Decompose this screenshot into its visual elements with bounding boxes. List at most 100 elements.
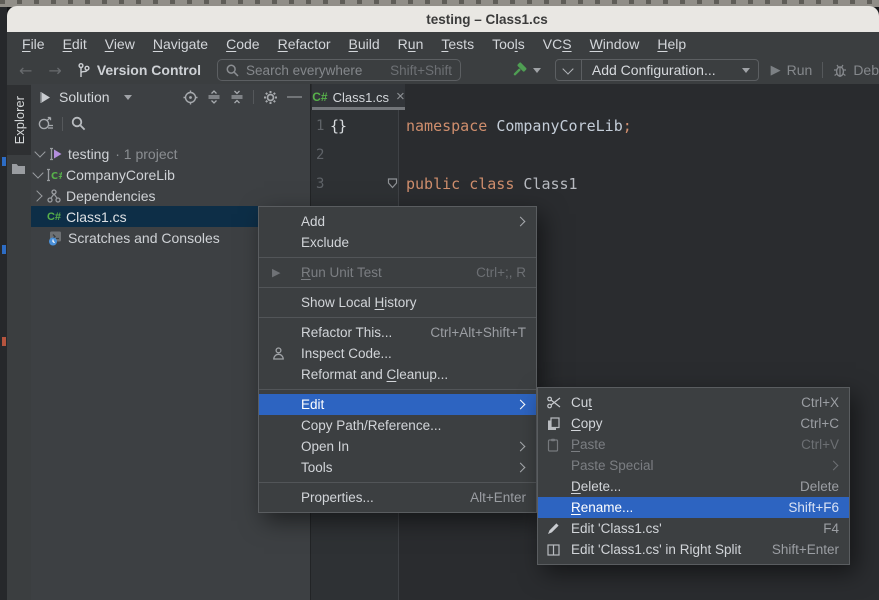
menu-item-inspect-code[interactable]: Inspect Code... xyxy=(259,343,536,364)
ide-window: testing – Class1.cs File Edit View Navig… xyxy=(0,0,879,600)
solution-view-caret-icon[interactable] xyxy=(124,95,132,100)
play-icon: ▶ xyxy=(272,266,280,279)
code-line-3: public class Class1 xyxy=(406,175,578,193)
version-control-button[interactable]: Version Control xyxy=(78,62,201,78)
scissors-icon xyxy=(547,396,561,409)
tree-item-label: Scratches and Consoles xyxy=(68,230,220,246)
menu-run[interactable]: Run xyxy=(389,34,433,54)
menu-item-paste[interactable]: Paste Ctrl+V xyxy=(538,434,849,455)
tab-file-name: Class1.cs xyxy=(333,90,389,105)
search-everywhere-box[interactable]: Search everywhere Shift+Shift xyxy=(217,59,461,81)
menu-item-edit[interactable]: Edit xyxy=(259,394,536,415)
tree-item-label: CompanyCoreLib xyxy=(66,167,175,183)
menu-edit[interactable]: Edit xyxy=(54,34,96,54)
solution-view-label[interactable]: Solution xyxy=(59,89,110,105)
paste-icon xyxy=(547,438,559,452)
toolbar-divider xyxy=(822,62,823,78)
menu-item-copy-path-reference[interactable]: Copy Path/Reference... xyxy=(259,415,536,436)
pencil-icon xyxy=(547,522,560,535)
code-line-1: namespace CompanyCoreLib; xyxy=(406,117,632,135)
line-number: 2 xyxy=(316,147,324,163)
run-configuration-label: Add Configuration... xyxy=(582,62,742,78)
collapse-all-icon[interactable] xyxy=(230,90,244,104)
tab-close-icon[interactable]: × xyxy=(396,92,405,102)
menu-tests[interactable]: Tests xyxy=(432,34,483,54)
menu-item-refactor-this[interactable]: Refactor This... Ctrl+Alt+Shift+T xyxy=(259,322,536,343)
menu-view[interactable]: View xyxy=(96,34,144,54)
menu-separator xyxy=(259,482,536,483)
menu-item-reformat-and-cleanup[interactable]: Reformat and Cleanup... xyxy=(259,364,536,385)
editor-tab-bar: C# Class1.cs × xyxy=(311,84,879,110)
dependencies-icon xyxy=(45,189,63,203)
gutter-brace-marker[interactable]: {} xyxy=(330,117,346,135)
back-arrow-icon[interactable]: ← xyxy=(19,61,32,80)
chevron-down-icon[interactable] xyxy=(31,172,45,177)
menu-build[interactable]: Build xyxy=(340,34,389,54)
context-menu: Add Exclude ▶ Run Unit Test Ctrl+;, R Sh… xyxy=(258,206,537,513)
submenu-arrow-icon xyxy=(829,461,839,471)
menu-item-rename[interactable]: Rename... Shift+F6 xyxy=(538,497,849,518)
desktop-speck xyxy=(2,245,6,254)
menu-item-run-unit-test[interactable]: ▶ Run Unit Test Ctrl+;, R xyxy=(259,262,536,283)
solution-icon xyxy=(47,147,65,161)
menu-vcs[interactable]: VCS xyxy=(534,34,581,54)
build-hammer-icon[interactable] xyxy=(510,61,528,79)
menu-item-tools[interactable]: Tools xyxy=(259,457,536,478)
menu-tools[interactable]: Tools xyxy=(483,34,534,54)
menu-item-show-local-history[interactable]: Show Local History xyxy=(259,292,536,313)
menu-refactor[interactable]: Refactor xyxy=(269,34,340,54)
menu-item-edit-class1[interactable]: Edit 'Class1.cs' F4 xyxy=(538,518,849,539)
run-button[interactable]: ▶ Run xyxy=(771,62,813,78)
select-opened-file-icon[interactable] xyxy=(37,116,54,132)
solution-view-icon xyxy=(39,91,52,104)
folder-icon[interactable] xyxy=(11,162,26,175)
chevron-down-icon[interactable] xyxy=(33,151,47,156)
version-control-label: Version Control xyxy=(97,62,201,78)
forward-arrow-icon[interactable]: → xyxy=(48,61,61,80)
expand-all-icon[interactable] xyxy=(207,90,221,104)
menu-separator xyxy=(259,317,536,318)
copy-icon xyxy=(547,417,560,431)
tree-item-label: testing xyxy=(68,146,109,162)
submenu-arrow-icon xyxy=(516,442,526,452)
desktop-edge xyxy=(0,7,7,600)
menu-item-copy[interactable]: Copy Ctrl+C xyxy=(538,413,849,434)
desktop-speck xyxy=(2,157,6,166)
csharp-project-icon: C# xyxy=(45,168,63,182)
bug-icon xyxy=(833,63,847,78)
panel-search-icon[interactable] xyxy=(71,116,86,131)
menu-item-add[interactable]: Add xyxy=(259,211,536,232)
build-dropdown-caret-icon[interactable] xyxy=(533,68,541,73)
search-icon xyxy=(226,64,239,77)
csharp-file-icon: C# xyxy=(45,211,63,223)
chevron-right-icon[interactable] xyxy=(31,192,45,200)
line-number: 3 xyxy=(316,176,324,192)
panel-header-divider xyxy=(253,90,254,104)
menu-navigate[interactable]: Navigate xyxy=(144,34,217,54)
explorer-tool-window-button[interactable]: Explorer xyxy=(7,85,31,155)
menu-item-cut[interactable]: Cut Ctrl+X xyxy=(538,392,849,413)
tree-row-testing[interactable]: testing · 1 project xyxy=(31,143,310,164)
menu-item-open-in[interactable]: Open In xyxy=(259,436,536,457)
run-configuration-select[interactable]: Add Configuration... xyxy=(555,59,759,81)
fold-region-icon[interactable] xyxy=(387,178,398,189)
tree-row-companycorelib[interactable]: C# CompanyCoreLib xyxy=(31,164,310,185)
debug-button[interactable]: Deb xyxy=(833,62,879,78)
tree-item-label: Class1.cs xyxy=(66,209,127,225)
tree-row-dependencies[interactable]: Dependencies xyxy=(31,185,310,206)
menu-item-paste-special[interactable]: Paste Special xyxy=(538,455,849,476)
menu-item-delete[interactable]: Delete... Delete xyxy=(538,476,849,497)
menu-help[interactable]: Help xyxy=(648,34,695,54)
settings-gear-icon[interactable] xyxy=(263,90,278,105)
tab-class1[interactable]: C# Class1.cs × xyxy=(312,84,405,110)
menu-item-edit-class1-right-split[interactable]: Edit 'Class1.cs' in Right Split Shift+En… xyxy=(538,539,849,560)
hide-panel-icon[interactable]: — xyxy=(287,92,302,102)
menu-window[interactable]: Window xyxy=(581,34,649,54)
menu-file[interactable]: File xyxy=(13,34,54,54)
right-split-icon xyxy=(547,544,560,556)
inspect-code-icon xyxy=(272,347,285,360)
menu-item-properties[interactable]: Properties... Alt+Enter xyxy=(259,487,536,508)
menu-item-exclude[interactable]: Exclude xyxy=(259,232,536,253)
menu-code[interactable]: Code xyxy=(217,34,268,54)
locate-file-icon[interactable] xyxy=(183,90,198,105)
